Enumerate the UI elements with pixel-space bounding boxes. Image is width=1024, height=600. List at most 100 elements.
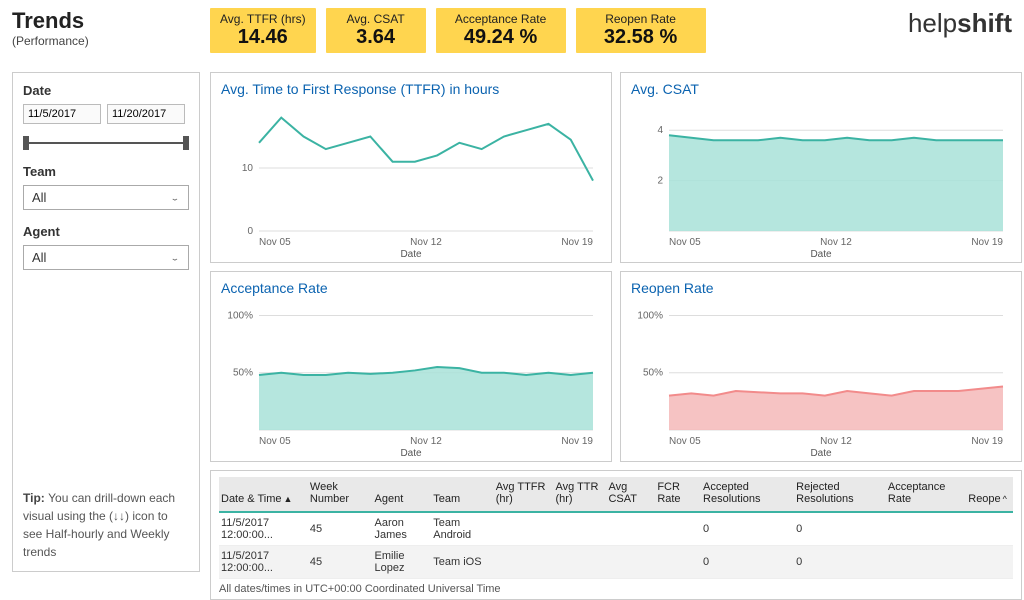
kpi-value: 49.24 % (446, 26, 556, 49)
data-table-card[interactable]: Date & Time▲Week NumberAgentTeamAvg TTFR… (210, 470, 1022, 600)
chart-csat[interactable]: Avg. CSAT 2 4 Nov 05 Nov 12 Nov 19 Date (620, 72, 1022, 263)
svg-text:Nov 19: Nov 19 (561, 237, 593, 248)
chevron-down-icon: ⌄ (170, 253, 180, 261)
table-cell (606, 512, 655, 546)
svg-text:Nov 12: Nov 12 (410, 436, 442, 447)
svg-text:Nov 19: Nov 19 (561, 436, 593, 447)
agent-select[interactable]: All ⌄ (23, 245, 189, 270)
table-header[interactable]: Avg TTR (hr) (553, 477, 606, 512)
table-cell: 0 (701, 512, 794, 546)
chart-acceptance[interactable]: Acceptance Rate 50% 100% Nov 05 Nov 12 Nov 1… (210, 271, 612, 462)
table-cell (655, 546, 701, 579)
svg-text:0: 0 (247, 226, 253, 237)
table-cell: Team iOS (431, 546, 494, 579)
svg-text:50%: 50% (233, 368, 253, 379)
table-cell: 0 (794, 546, 886, 579)
data-table: Date & Time▲Week NumberAgentTeamAvg TTFR… (219, 477, 1013, 579)
chart-canvas: 2 4 Nov 05 Nov 12 Nov 19 (631, 101, 1011, 251)
table-cell (553, 546, 606, 579)
table-cell (494, 512, 554, 546)
chart-canvas: 50% 100% Nov 05 Nov 12 Nov 19 (221, 300, 601, 450)
kpi-label: Avg. CSAT (336, 12, 416, 26)
table-cell: 45 (308, 546, 373, 579)
kpi-row: Avg. TTFR (hrs) 14.46 Avg. CSAT 3.64 Acc… (210, 8, 898, 53)
kpi-csat[interactable]: Avg. CSAT 3.64 (326, 8, 426, 53)
tip-text: You can drill-down each visual using the… (23, 491, 175, 559)
table-header[interactable]: FCR Rate (655, 477, 701, 512)
kpi-value: 32.58 % (586, 26, 696, 49)
table-row[interactable]: 11/5/2017 12:00:00...45Aaron JamesTeam A… (219, 512, 1013, 546)
chart-canvas: 0 10 Nov 05 Nov 12 Nov 19 (221, 101, 601, 251)
svg-text:Nov 12: Nov 12 (820, 436, 852, 447)
kpi-reopen[interactable]: Reopen Rate 32.58 % (576, 8, 706, 53)
page-subtitle: (Performance) (12, 34, 200, 48)
team-label: Team (23, 164, 189, 179)
svg-text:100%: 100% (637, 310, 663, 321)
tip-label: Tip: (23, 491, 45, 505)
kpi-label: Avg. TTFR (hrs) (220, 12, 306, 26)
svg-text:Nov 19: Nov 19 (971, 436, 1003, 447)
table-row[interactable]: 11/5/2017 12:00:00...45Emilie LopezTeam … (219, 546, 1013, 579)
date-label: Date (23, 83, 189, 98)
table-header[interactable]: Team (431, 477, 494, 512)
svg-text:Nov 05: Nov 05 (669, 436, 701, 447)
team-value: All (32, 190, 46, 205)
table-header[interactable]: Agent (373, 477, 432, 512)
table-header[interactable]: Date & Time▲ (219, 477, 308, 512)
table-header[interactable]: Avg TTFR (hr) (494, 477, 554, 512)
date-to-input[interactable] (107, 104, 185, 124)
timezone-note: All dates/times in UTC+00:00 Coordinated… (219, 583, 1013, 595)
table-cell: 45 (308, 512, 373, 546)
table-cell: 11/5/2017 12:00:00... (219, 512, 308, 546)
brand-logo: helpshift (908, 8, 1012, 39)
table-header[interactable]: Rejected Resolutions (794, 477, 886, 512)
chart-title: Reopen Rate (631, 280, 1011, 296)
table-cell (655, 512, 701, 546)
svg-text:2: 2 (657, 176, 663, 187)
chart-title: Acceptance Rate (221, 280, 601, 296)
table-header[interactable]: Acceptance Rate (886, 477, 966, 512)
chart-title: Avg. CSAT (631, 81, 1011, 97)
table-cell (966, 546, 1013, 579)
page-title: Trends (12, 8, 200, 34)
svg-text:Nov 05: Nov 05 (669, 237, 701, 248)
svg-text:Nov 05: Nov 05 (259, 237, 291, 248)
kpi-label: Reopen Rate (586, 12, 696, 26)
table-cell (494, 546, 554, 579)
table-cell: 0 (794, 512, 886, 546)
svg-text:100%: 100% (227, 310, 253, 321)
chevron-down-icon: ⌄ (170, 193, 180, 201)
table-header[interactable]: Accepted Resolutions (701, 477, 794, 512)
agent-value: All (32, 250, 46, 265)
kpi-label: Acceptance Rate (446, 12, 556, 26)
table-cell (886, 512, 966, 546)
table-header[interactable]: Reope^ (966, 477, 1013, 512)
x-axis-label: Date (631, 249, 1011, 262)
chart-ttfr[interactable]: Avg. Time to First Response (TTFR) in ho… (210, 72, 612, 263)
table-cell: Team Android (431, 512, 494, 546)
chart-canvas: 50%100%Nov 05Nov 12Nov 19 (631, 300, 1011, 450)
svg-text:4: 4 (657, 125, 663, 136)
table-cell (553, 512, 606, 546)
svg-text:Nov 12: Nov 12 (820, 237, 852, 248)
sort-asc-icon: ▲ (284, 494, 293, 504)
kpi-value: 3.64 (336, 26, 416, 49)
table-cell: Emilie Lopez (373, 546, 432, 579)
table-cell: 11/5/2017 12:00:00... (219, 546, 308, 579)
agent-label: Agent (23, 224, 189, 239)
team-select[interactable]: All ⌄ (23, 185, 189, 210)
x-axis-label: Date (221, 249, 601, 262)
svg-text:Nov 05: Nov 05 (259, 436, 291, 447)
x-axis-label: Date (221, 448, 601, 461)
chart-reopen[interactable]: Reopen Rate 50%100%Nov 05Nov 12Nov 19 Da… (620, 271, 1022, 462)
date-from-input[interactable] (23, 104, 101, 124)
table-header[interactable]: Avg CSAT (606, 477, 655, 512)
x-axis-label: Date (631, 448, 1011, 461)
date-slider[interactable] (23, 136, 189, 150)
table-header[interactable]: Week Number (308, 477, 373, 512)
svg-text:Nov 12: Nov 12 (410, 237, 442, 248)
kpi-acceptance[interactable]: Acceptance Rate 49.24 % (436, 8, 566, 53)
svg-text:10: 10 (242, 163, 254, 174)
kpi-ttfr[interactable]: Avg. TTFR (hrs) 14.46 (210, 8, 316, 53)
svg-text:Nov 19: Nov 19 (971, 237, 1003, 248)
